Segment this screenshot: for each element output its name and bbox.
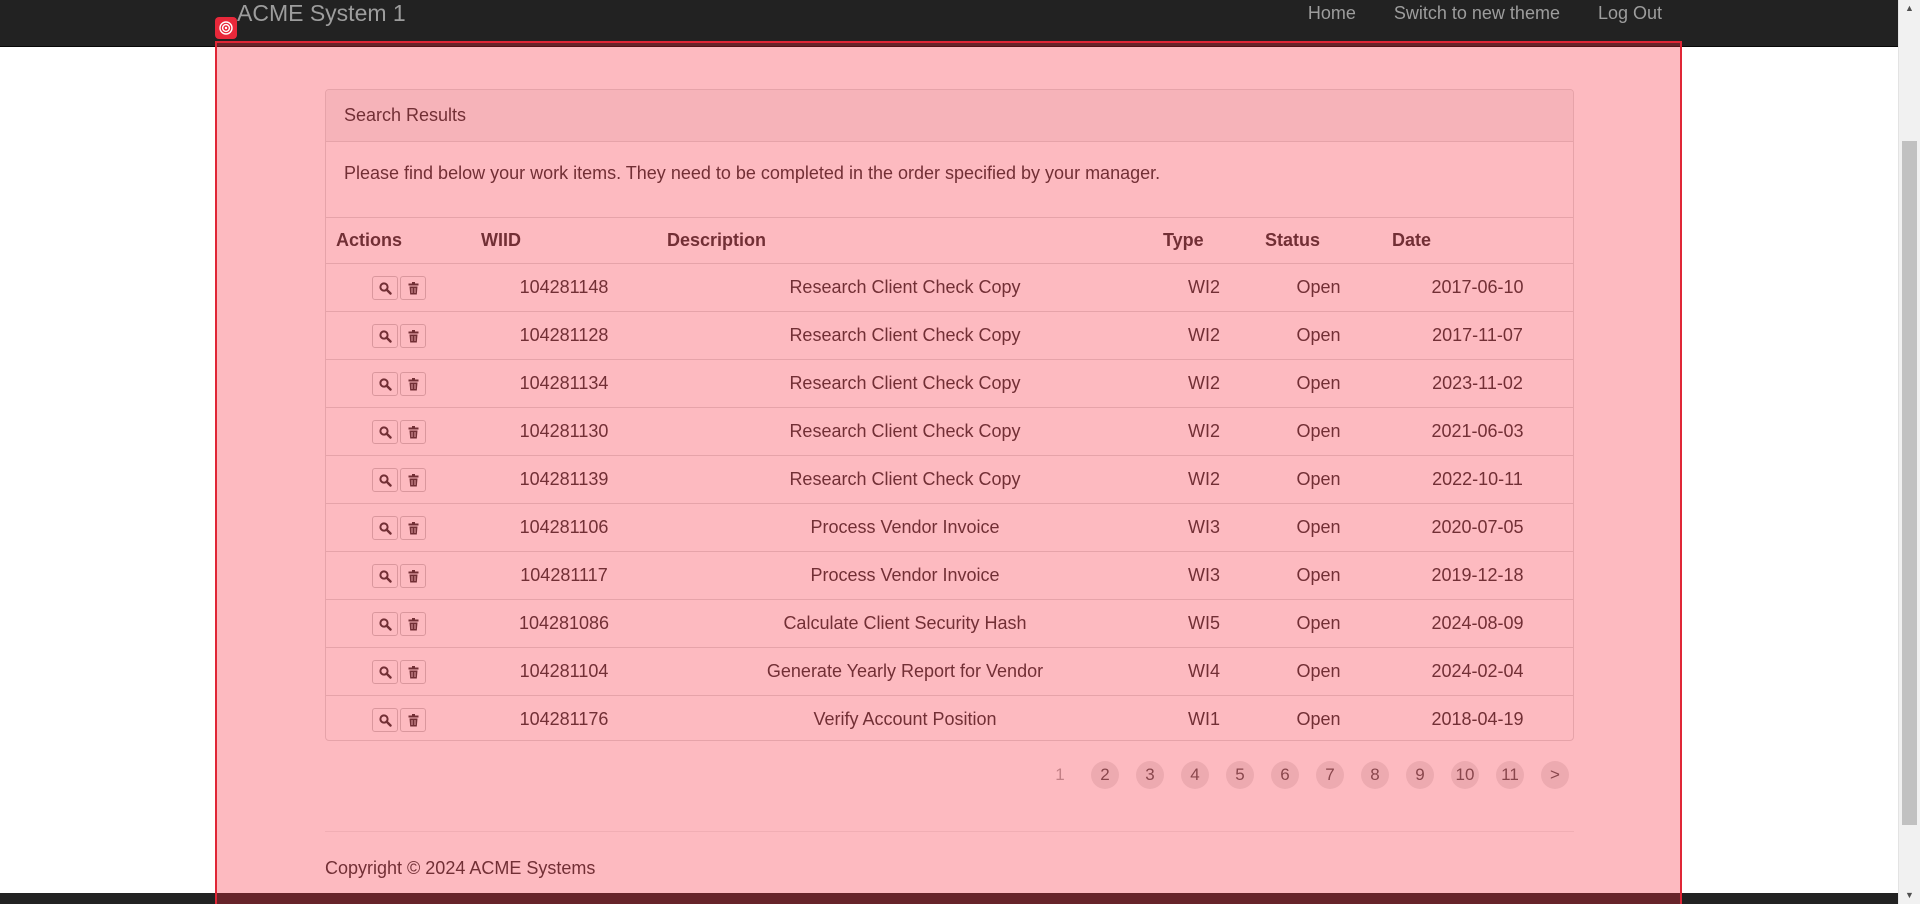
scroll-thumb[interactable] [1902, 141, 1917, 825]
nav-links: Home Switch to new theme Log Out [1308, 0, 1662, 27]
nav-logout-link[interactable]: Log Out [1598, 0, 1662, 27]
scroll-down-arrow-icon[interactable]: ▼ [1899, 887, 1920, 904]
scroll-up-arrow-icon[interactable]: ▲ [1899, 0, 1920, 17]
nav-home-link[interactable]: Home [1308, 0, 1356, 27]
target-icon [215, 17, 237, 39]
brand-title[interactable]: ACME System 1 [237, 0, 406, 27]
top-navbar: ACME System 1 Home Switch to new theme L… [0, 0, 1898, 47]
vertical-scrollbar[interactable]: ▲ ▼ [1898, 0, 1920, 904]
highlight-overlay [215, 41, 1682, 904]
nav-switch-theme-link[interactable]: Switch to new theme [1394, 0, 1560, 27]
